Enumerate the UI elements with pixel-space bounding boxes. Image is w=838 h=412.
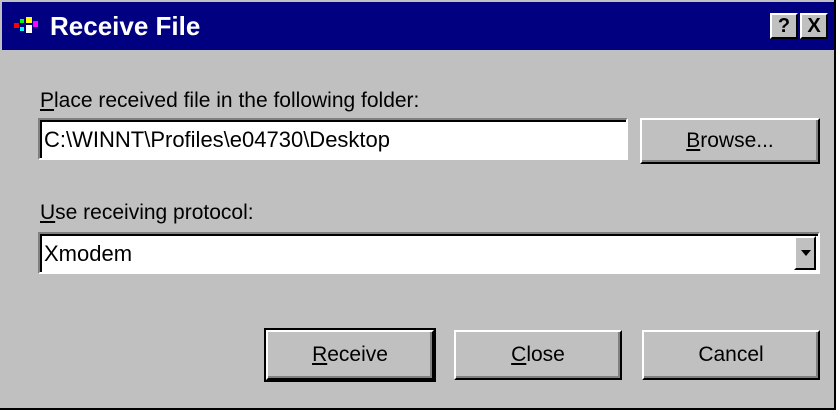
receive-button-label: Receive: [312, 343, 388, 366]
browse-button[interactable]: Browse...: [640, 118, 820, 164]
help-icon: ?: [777, 15, 791, 37]
browse-button-label: Browse...: [686, 129, 774, 152]
close-button[interactable]: Close: [454, 330, 622, 380]
folder-label: Place received file in the following fol…: [40, 89, 420, 112]
cancel-button-label: Cancel: [698, 343, 764, 366]
receive-file-dialog: Receive File ? X Place received file in …: [0, 0, 836, 410]
window-title: Receive File: [50, 11, 201, 41]
protocol-label: Use receiving protocol:: [40, 201, 254, 224]
protocol-selected-value: Xmodem: [40, 234, 818, 272]
chevron-down-icon: [801, 250, 811, 256]
dropdown-button[interactable]: [794, 236, 816, 270]
folder-path-field[interactable]: C:\WINNT\Profiles\e04730\Desktop: [38, 118, 628, 160]
help-button[interactable]: ?: [770, 13, 798, 39]
close-window-button[interactable]: X: [800, 13, 828, 39]
close-icon: X: [807, 15, 821, 37]
modem-icon: [14, 17, 38, 33]
protocol-select[interactable]: Xmodem: [38, 232, 820, 274]
title-bar[interactable]: Receive File ? X: [2, 2, 834, 50]
close-button-label: Close: [511, 343, 565, 366]
receive-button[interactable]: Receive: [264, 328, 436, 382]
folder-path-value: C:\WINNT\Profiles\e04730\Desktop: [40, 120, 626, 158]
cancel-button[interactable]: Cancel: [642, 330, 820, 380]
